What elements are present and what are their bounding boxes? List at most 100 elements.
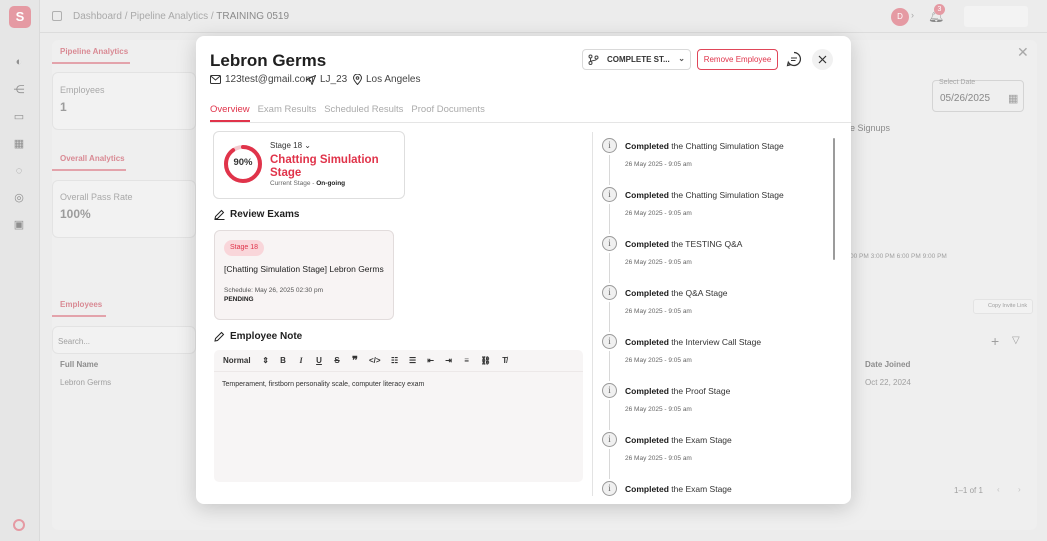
tab-employees[interactable]: Employees bbox=[60, 300, 102, 309]
exam-card[interactable]: Stage 18 [Chatting Simulation Stage] Leb… bbox=[214, 230, 394, 320]
timeline-date: 26 May 2025 - 9:05 am bbox=[625, 161, 692, 168]
strikethrough-icon[interactable]: S bbox=[333, 356, 341, 365]
timeline-verb: Completed bbox=[625, 484, 669, 494]
exam-status: PENDING bbox=[224, 296, 254, 303]
tab-underline bbox=[52, 315, 106, 317]
timeline-description: the Proof Stage bbox=[668, 386, 731, 396]
employee-note-title: Employee Note bbox=[230, 331, 303, 342]
chat-icon[interactable] bbox=[784, 49, 804, 69]
pen-icon bbox=[214, 209, 225, 220]
timeline-item: i Completed the Proof Stage 26 May 2025 - … bbox=[602, 381, 834, 430]
bold-icon[interactable]: B bbox=[279, 356, 287, 365]
breadcrumb-item[interactable]: Dashboard bbox=[73, 11, 122, 22]
bullet-list-icon[interactable]: ☰ bbox=[409, 356, 417, 365]
prev-page-icon[interactable]: ‹ bbox=[997, 485, 1000, 494]
sidebar: S ◐ ⋲ ▭ ▦ ◌ ◎ ▣ bbox=[0, 0, 40, 541]
stage-number-dropdown[interactable]: Stage 18 ⌄ bbox=[270, 141, 311, 150]
close-icon[interactable]: ✕ bbox=[1017, 44, 1029, 61]
code-icon[interactable]: </> bbox=[369, 356, 381, 365]
note-editor: Normal ⇕ B I U S ❞ </> ☷ ☰ ⇤ ⇥ ≡ ⛓ T̸ Tem… bbox=[214, 350, 583, 482]
align-icon[interactable]: ≡ bbox=[463, 356, 471, 365]
format-select[interactable]: Normal ⇕ bbox=[223, 356, 269, 365]
pagination-label: 1–1 of 1 bbox=[954, 486, 983, 495]
italic-icon[interactable]: I bbox=[297, 356, 305, 365]
top-bar: Dashboard / Pipeline Analytics / TRAININ… bbox=[40, 0, 1047, 33]
stage-progress-card: 90% Stage 18 ⌄ Chatting Simulation Stage… bbox=[213, 131, 405, 199]
timeline-verb: Completed bbox=[625, 337, 669, 347]
avatar[interactable]: D bbox=[891, 8, 909, 26]
ordered-list-icon[interactable]: ☷ bbox=[391, 356, 399, 365]
format-select-label: Normal bbox=[223, 356, 251, 365]
next-page-icon[interactable]: › bbox=[1018, 485, 1021, 494]
breadcrumb: Dashboard / Pipeline Analytics / TRAININ… bbox=[73, 11, 290, 22]
tab-scheduled-results[interactable]: Scheduled Results bbox=[324, 104, 403, 122]
info-icon: i bbox=[602, 383, 617, 398]
email-text: 123test@gmail.com bbox=[225, 74, 314, 85]
review-exams-title: Review Exams bbox=[230, 209, 300, 220]
timeline-connector bbox=[609, 155, 610, 185]
timeline-connector bbox=[609, 253, 610, 283]
editor-toolbar: Normal ⇕ B I U S ❞ </> ☷ ☰ ⇤ ⇥ ≡ ⛓ T̸ bbox=[214, 350, 583, 372]
pass-rate-label: Overall Pass Rate bbox=[60, 192, 133, 202]
quote-icon[interactable]: ❞ bbox=[351, 354, 359, 367]
underline-icon[interactable]: U bbox=[315, 356, 323, 365]
email-info: 123test@gmail.com bbox=[210, 74, 314, 85]
timeline-verb: Completed bbox=[625, 288, 669, 298]
timeline-text: Completed the Proof Stage bbox=[625, 386, 730, 396]
col-full-name[interactable]: Full Name bbox=[60, 360, 98, 369]
settings-icon[interactable] bbox=[13, 519, 25, 531]
add-icon[interactable]: + bbox=[991, 333, 999, 349]
tab-pipeline-analytics[interactable]: Pipeline Analytics bbox=[60, 47, 128, 56]
chevron-down-icon[interactable]: › bbox=[911, 10, 914, 20]
info-icon: i bbox=[602, 187, 617, 202]
indent-icon[interactable]: ⇥ bbox=[445, 356, 453, 365]
timeline-description: the Chatting Simulation Stage bbox=[668, 190, 784, 200]
filter-icon[interactable]: ▽ bbox=[1012, 335, 1020, 346]
tab-proof-documents[interactable]: Proof Documents bbox=[411, 104, 484, 122]
note-text[interactable]: Temperament, firstborn personality scale… bbox=[222, 381, 424, 388]
tab-underline bbox=[52, 169, 126, 171]
timeline-scrollbar[interactable] bbox=[833, 138, 835, 260]
timeline-connector bbox=[609, 449, 610, 479]
folder-icon[interactable]: ▭ bbox=[13, 111, 25, 123]
info-icon: i bbox=[602, 285, 617, 300]
row-full-name[interactable]: Lebron Germs bbox=[60, 378, 111, 387]
select-date-label: Select Date bbox=[939, 79, 976, 86]
tabs-divider bbox=[210, 122, 851, 123]
location-info: Los Angeles bbox=[353, 74, 421, 85]
status-select[interactable]: COMPLETE ST... ⌄ bbox=[582, 49, 691, 70]
checklist-icon[interactable]: ▣ bbox=[13, 219, 25, 231]
select-date-value: 05/26/2025 bbox=[940, 93, 991, 104]
col-date-joined[interactable]: Date Joined bbox=[865, 360, 910, 369]
dashboard-icon[interactable]: ◐ bbox=[13, 56, 25, 68]
tab-exam-results[interactable]: Exam Results bbox=[258, 104, 317, 122]
clear-format-icon[interactable]: T̸ bbox=[501, 356, 509, 365]
chart-title: e Signups bbox=[850, 123, 891, 133]
telegram-info: LJ_23 bbox=[306, 74, 347, 85]
timeline-item: i Completed the Q&A Stage 26 May 2025 - 9:… bbox=[602, 283, 834, 332]
timeline-verb: Completed bbox=[625, 435, 669, 445]
breadcrumb-item[interactable]: Pipeline Analytics bbox=[130, 11, 208, 22]
progress-percent: 90% bbox=[233, 157, 253, 168]
timeline-text: Completed the Exam Stage bbox=[625, 435, 732, 445]
timeline-text: Completed the Q&A Stage bbox=[625, 288, 728, 298]
close-button[interactable] bbox=[812, 49, 833, 70]
app-logo: S bbox=[9, 6, 31, 28]
remove-employee-button[interactable]: Remove Employee bbox=[697, 49, 778, 70]
link-icon[interactable]: ⛓ bbox=[481, 356, 491, 365]
timeline-verb: Completed bbox=[625, 386, 669, 396]
timeline-date: 26 May 2025 - 9:05 am bbox=[625, 406, 692, 413]
tab-overview[interactable]: Overview bbox=[210, 104, 250, 122]
globe-icon[interactable]: ◎ bbox=[13, 192, 25, 204]
calendar-icon[interactable]: ▦ bbox=[1008, 92, 1018, 105]
outdent-icon[interactable]: ⇤ bbox=[427, 356, 435, 365]
pipeline-icon[interactable]: ⋲ bbox=[13, 84, 25, 96]
mail-icon bbox=[210, 75, 221, 84]
tab-overall-analytics[interactable]: Overall Analytics bbox=[60, 154, 125, 163]
chat-icon[interactable]: ◌ bbox=[13, 165, 25, 177]
gallery-icon[interactable]: ▦ bbox=[13, 138, 25, 150]
user-menu[interactable] bbox=[964, 6, 1028, 27]
employee-note-heading: Employee Note bbox=[214, 331, 302, 342]
timeline-item: i Completed the Interview Call Stage 26 Ma… bbox=[602, 332, 834, 381]
sidebar-toggle-icon[interactable] bbox=[52, 11, 62, 21]
